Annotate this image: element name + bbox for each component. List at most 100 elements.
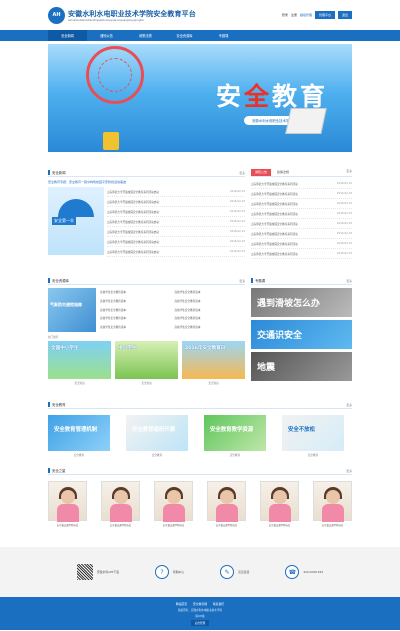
weather-guide-image[interactable]: 气象防灾避险指南 (48, 288, 96, 332)
footer-link[interactable]: 网站首页 (176, 602, 187, 606)
list-item[interactable]: 山东师范大学开展校园安全教育系列活动 2016-02-23 (251, 229, 352, 239)
tab-notice[interactable]: 通知公告 (251, 169, 272, 176)
star-label: 山东省交通学院标兵 (109, 524, 132, 527)
topic-card[interactable]: 遇到滑坡怎么办 (251, 288, 352, 317)
education-caption: 安全教育管理机制 (54, 427, 98, 433)
education-label: 安全教育 (307, 454, 319, 457)
list-item[interactable]: 山东师范大学开展校园安全教育系列活动启动 2016-02-23 (107, 217, 245, 227)
footer-link[interactable]: 联系我们 (213, 602, 224, 606)
manage-button[interactable]: 管理平台 (314, 11, 335, 19)
list-item[interactable]: 山东师范大学开展校园安全教育系列活动启动 2016-02-23 (107, 207, 245, 217)
list-item[interactable]: 高校学生安全教育读本 (175, 306, 246, 314)
nav-item-policy[interactable]: 政策法规 (126, 30, 165, 41)
notice-tabs: 通知公告 政策法规 更多 (251, 169, 352, 177)
exit-button[interactable]: 退出 (337, 11, 352, 19)
resource-card[interactable]: 全国中小学生 安全知识 (48, 341, 111, 385)
list-item[interactable]: 高校学生安全教育读本 (175, 297, 246, 305)
list-item[interactable]: 山东师范大学开展校园安全教育系列活动 2016-02-23 (251, 239, 352, 249)
list-item[interactable]: 高校学生安全教育读本 (100, 288, 171, 296)
app-download[interactable]: 安徽水利APP下载 (76, 564, 119, 580)
list-item-date: 2016-02-23 (229, 240, 245, 243)
feedback[interactable]: ✎ 意见反馈 (220, 565, 249, 579)
notice-more-link[interactable]: 更多 (346, 169, 352, 176)
nav-item-news[interactable]: 安全新闻 (48, 30, 87, 41)
list-item[interactable]: 高校学生安全教育读本 (175, 288, 246, 296)
topics-more-link[interactable]: 更多 (346, 279, 352, 283)
nav-item-topics[interactable]: 专题课 (204, 30, 243, 41)
star-card[interactable]: 山东省交通学院标兵 (154, 481, 193, 527)
star-photo (207, 481, 246, 522)
list-item[interactable]: 高校学生安全教育读本 (175, 314, 246, 322)
education-caption: 安全教育教学资源 (210, 427, 254, 433)
news-panel: 安全新闻 更多 安全教育专题：安全教育一把伞构筑校园平安防线活动事迹 安全第一伞… (48, 169, 245, 259)
help-center-label: 帮助中心 (172, 570, 185, 574)
list-item[interactable]: 山东师范大学开展校园安全教育系列活动 2016-02-23 (251, 219, 352, 229)
admin-button[interactable]: 后台管理 (190, 619, 210, 626)
resource-caption: 全国中小学生 (51, 346, 79, 351)
list-item-title: 山东师范大学开展校园安全教育系列活动 (251, 232, 298, 236)
list-item-title: 山东师范大学开展校园安全教育系列活动 (251, 242, 298, 246)
help-center[interactable]: ? 帮助中心 (154, 565, 185, 579)
list-item[interactable]: 山东师范大学开展校园安全教育系列活动 2016-02-23 (251, 199, 352, 209)
list-item[interactable]: 高校学生安全教育读本 (100, 323, 171, 331)
news-headline[interactable]: 安全教育专题：安全教育一把伞构筑校园平安防线活动事迹 (48, 180, 245, 184)
list-item[interactable]: 山东师范大学开展校园安全教育系列活动 2016-02-23 (251, 209, 352, 219)
list-item-date: 2016-02-23 (229, 200, 245, 203)
list-item[interactable]: 山东师范大学开展校园安全教育系列活动启动 2016-02-23 (107, 187, 245, 197)
topic-caption: 交通识安全 (257, 331, 303, 341)
register-link[interactable]: 注册 (291, 13, 297, 17)
star-card[interactable]: 山东省交通学院标兵 (260, 481, 299, 527)
star-card[interactable]: 山东省交通学院标兵 (101, 481, 140, 527)
list-item[interactable]: 山东师范大学开展校园安全教育系列活动 2016-02-23 (251, 189, 352, 199)
news-image[interactable]: 安全第一伞 (48, 187, 104, 255)
news-more-link[interactable]: 更多 (239, 171, 245, 175)
stars-more-link[interactable]: 更多 (346, 469, 352, 473)
list-item-title: 山东师范大学开展校园安全教育系列活动启动 (107, 230, 159, 234)
star-card[interactable]: 山东省交通学院标兵 (207, 481, 246, 527)
topic-card[interactable]: 交通识安全 (251, 320, 352, 349)
list-item[interactable]: 高校学生安全教育读本 (100, 306, 171, 314)
site-header: AH 安徽水利水电职业技术学院安全教育平台 anhuishuilishuidia… (0, 0, 400, 30)
list-item[interactable]: 山东师范大学开展校园安全教育系列活动启动 2016-02-23 (107, 197, 245, 207)
footer-link[interactable]: 安全教育网 (193, 602, 207, 606)
list-item[interactable]: 高校学生安全教育读本 (100, 314, 171, 322)
topic-card[interactable]: 地震 (251, 352, 352, 381)
list-item[interactable]: 山东师范大学开展校园安全教育系列活动启动 2016-02-23 (107, 227, 245, 237)
nav-item-resources[interactable]: 安全资源库 (165, 30, 204, 41)
education-card[interactable]: 安全教育组织开展 安全教育 (126, 415, 188, 457)
user-name: 超级管理 (299, 13, 312, 17)
star-photo (101, 481, 140, 522)
education-card[interactable]: 安全教育教学资源 安全教育 (204, 415, 266, 457)
resource-card[interactable]: 2016年安全教育日 安全知识 (182, 341, 245, 385)
phone[interactable]: ☎ 400-0098-663 (285, 565, 323, 579)
list-item[interactable]: 山东师范大学开展校园安全教育系列活动 2016-02-23 (251, 179, 352, 189)
list-item-date: 2016-02-23 (336, 192, 352, 195)
education-card[interactable]: 安全不放松 安全教育 (282, 415, 344, 457)
site-title: 安徽水利水电职业技术学院安全教育平台 (68, 9, 196, 18)
star-label: 山东省交通学院标兵 (56, 524, 79, 527)
resource-card[interactable]: 中小学生 安全知识 (115, 341, 178, 385)
site-subtitle: anhuishuilishuidianzhiyejishuxueyuananqu… (68, 18, 144, 22)
list-item[interactable]: 高校学生安全教育读本 (175, 323, 246, 331)
resources-more-link[interactable]: 更多 (239, 279, 245, 283)
phone-label: 400-0098-663 (303, 570, 324, 574)
list-item[interactable]: 高校学生安全教育读本 (100, 297, 171, 305)
education-more-link[interactable]: 更多 (346, 403, 352, 407)
tab-policy[interactable]: 政策法规 (273, 169, 293, 176)
resources-sub-label: 热门推荐 (48, 336, 59, 339)
hero-banner[interactable]: 安全教育 安徽水利水电职业技术学院安全教育平台 (48, 44, 352, 152)
topics-panel: 专题课 更多 遇到滑坡怎么办 交通识安全 地震 (251, 277, 352, 385)
star-card[interactable]: 山东省交通学院标兵 (313, 481, 352, 527)
copyright: 版权所有：安徽水利水电职业技术学院 (177, 608, 223, 612)
list-item-title: 山东师范大学开展校园安全教育系列活动 (251, 252, 298, 256)
star-card[interactable]: 山东省交通学院标兵 (48, 481, 87, 527)
list-item[interactable]: 山东师范大学开展校园安全教育系列活动启动 2016-02-23 (107, 237, 245, 247)
nav-item-notice[interactable]: 通知公告 (87, 30, 126, 41)
resources-title: 安全资源库 (48, 278, 69, 283)
education-card[interactable]: 安全教育管理机制 安全教育 (48, 415, 110, 457)
list-item-title: 山东师范大学开展校园安全教育系列活动 (251, 212, 298, 216)
resource-image: 中小学生 (115, 341, 178, 379)
list-item[interactable]: 山东师范大学开展校园安全教育系列活动 2016-02-23 (251, 249, 352, 259)
list-item[interactable]: 山东师范大学开展校园安全教育系列活动启动 2016-02-23 (107, 247, 245, 257)
login-link[interactable]: 登录 (282, 13, 288, 17)
